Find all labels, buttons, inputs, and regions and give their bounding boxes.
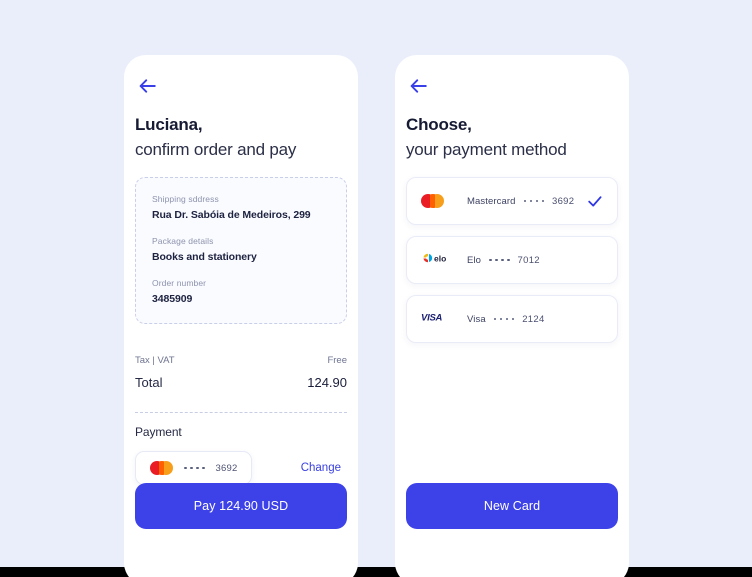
mastercard-logo: [421, 194, 444, 208]
brand-cell: [421, 194, 455, 208]
payment-method-list: Mastercard 3692 elo Elo 7012 VISA Visa 2…: [406, 177, 618, 354]
brand-cell: elo: [421, 251, 455, 270]
masked-digits-dots: [493, 317, 515, 321]
payment-method-screen-panel: Choose, your payment method Mastercard 3…: [395, 55, 629, 577]
order-details-card: Shipping sddress Rua Dr. Sabóia de Medei…: [135, 177, 347, 324]
elo-logo: elo: [421, 251, 453, 270]
tax-value: Free: [327, 355, 347, 366]
detail-shipping-address: Shipping sddress Rua Dr. Sabóia de Medei…: [152, 193, 330, 223]
change-payment-link[interactable]: Change: [301, 462, 341, 474]
method-last4: 3692: [552, 195, 575, 207]
masked-digits-dots: [523, 199, 545, 203]
visa-logo: VISA: [421, 310, 453, 328]
detail-value: Books and stationery: [152, 251, 257, 263]
method-name: Mastercard: [467, 195, 516, 207]
detail-value: 3485909: [152, 293, 193, 305]
canvas-bottom-strip: [0, 567, 752, 577]
payment-method-elo[interactable]: elo Elo 7012: [406, 236, 618, 284]
svg-text:elo: elo: [434, 253, 446, 263]
arrow-left-icon: [139, 79, 156, 93]
method-text: Elo 7012: [467, 255, 587, 266]
payment-selection-row: 3692 Change: [135, 451, 347, 485]
method-name: Visa: [467, 313, 486, 325]
new-card-button[interactable]: New Card: [406, 483, 618, 529]
check-icon: [587, 195, 603, 207]
brand-cell: VISA: [421, 310, 455, 328]
choose-line: Choose,: [406, 115, 472, 134]
page-title: Luciana, confirm order and pay: [135, 113, 347, 161]
detail-label: Order number: [152, 278, 207, 288]
app-canvas: Luciana, confirm order and pay Shipping …: [0, 0, 752, 577]
detail-value: Rua Dr. Sabóia de Medeiros, 299: [152, 209, 311, 221]
subtitle-line: your payment method: [406, 140, 567, 159]
payment-method-mastercard[interactable]: Mastercard 3692: [406, 177, 618, 225]
detail-order-number: Order number 3485909: [152, 277, 330, 307]
masked-digits-dots: [489, 258, 510, 262]
subtitle-line: confirm order and pay: [135, 140, 297, 159]
method-last4: 2124: [522, 313, 545, 325]
detail-package: Package details Books and stationery: [152, 235, 330, 265]
total-row: Total 124.90: [135, 375, 347, 390]
section-divider: [135, 412, 347, 413]
method-text: Visa 2124: [467, 314, 587, 325]
back-button[interactable]: [406, 74, 430, 98]
svg-text:VISA: VISA: [421, 313, 443, 324]
arrow-left-icon: [410, 79, 427, 93]
checkout-screen: Luciana, confirm order and pay Shipping …: [124, 55, 358, 577]
tax-row: Tax | VAT Free: [135, 355, 347, 366]
mastercard-logo: [150, 461, 173, 475]
back-button[interactable]: [135, 74, 159, 98]
detail-label: Shipping sddress: [152, 194, 219, 204]
payment-section-title: Payment: [135, 425, 182, 439]
payment-section: Payment 3692 Change: [135, 425, 347, 485]
method-name: Elo: [467, 254, 482, 266]
pay-button[interactable]: Pay 124.90 USD: [135, 483, 347, 529]
checkout-screen-panel: Luciana, confirm order and pay Shipping …: [124, 55, 358, 577]
detail-label: Package details: [152, 236, 214, 246]
tax-label: Tax | VAT: [135, 355, 175, 366]
greeting-line: Luciana,: [135, 115, 203, 134]
selected-card-chip[interactable]: 3692: [135, 451, 253, 485]
masked-digits-dots: [184, 466, 205, 470]
payment-method-visa[interactable]: VISA Visa 2124: [406, 295, 618, 343]
payment-method-screen: Choose, your payment method Mastercard 3…: [395, 55, 629, 577]
order-totals: Tax | VAT Free Total 124.90: [135, 355, 347, 390]
page-title: Choose, your payment method: [406, 113, 618, 161]
total-value: 124.90: [307, 375, 347, 390]
method-text: Mastercard 3692: [467, 196, 587, 207]
method-last4: 7012: [517, 254, 540, 266]
total-label: Total: [135, 375, 163, 390]
card-last4: 3692: [215, 462, 238, 474]
